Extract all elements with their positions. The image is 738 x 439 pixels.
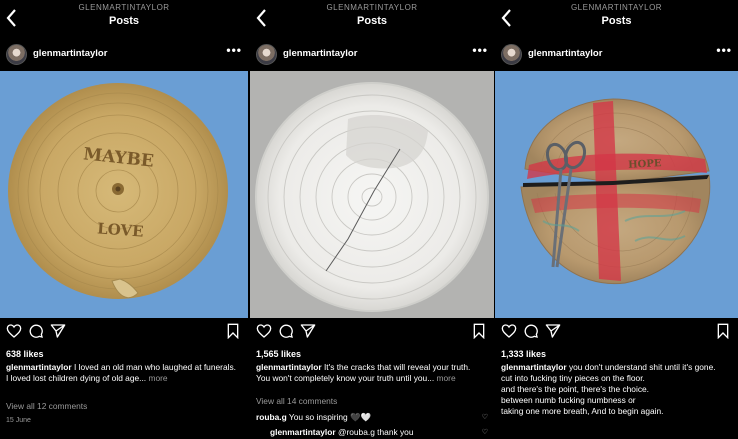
caption-username[interactable]: glenmartintaylor xyxy=(501,362,567,372)
page-title: Posts xyxy=(357,15,387,27)
page-title: Posts xyxy=(601,15,632,27)
caption-line-5: taking one more breath, And to begin aga… xyxy=(501,406,664,416)
more-options-icon[interactable]: ••• xyxy=(472,43,488,57)
username[interactable]: glenmartintaylor xyxy=(33,48,107,59)
caption-text-2: I loved lost children dying of old age..… xyxy=(6,373,147,383)
post-author-row: glenmartintaylor ••• xyxy=(0,38,248,71)
view-all-comments-link[interactable]: View all 14 comments xyxy=(256,396,488,407)
post-date: 15 June xyxy=(6,417,31,424)
action-bar xyxy=(250,320,494,344)
bookmark-icon[interactable] xyxy=(472,323,486,339)
reply-username[interactable]: glenmartintaylor xyxy=(270,427,336,437)
post-panel-1: GLENMARTINTAYLOR Posts glenmartintaylor … xyxy=(0,0,248,439)
more-options-icon[interactable]: ••• xyxy=(226,43,242,57)
caption-username[interactable]: glenmartintaylor xyxy=(256,362,322,372)
post-image[interactable] xyxy=(250,71,494,318)
caption-more-link[interactable]: more xyxy=(434,373,456,383)
caption: glenmartintaylor It's the cracks that wi… xyxy=(256,362,488,384)
account-label: GLENMARTINTAYLOR xyxy=(570,3,663,12)
plate-photo xyxy=(255,82,489,312)
like-count[interactable]: 638 likes xyxy=(6,349,44,359)
post-author-row: glenmartintaylor ••• xyxy=(250,38,494,71)
caption-line-3: and there's the point, there's the choic… xyxy=(501,384,649,394)
like-count[interactable]: 1,565 likes xyxy=(256,349,301,359)
caption-line-1: you don't understand shit until it's gon… xyxy=(566,362,716,372)
caption-more-link[interactable]: more xyxy=(146,373,167,383)
comment-username[interactable]: rouba.g xyxy=(256,412,287,422)
account-label: GLENMARTINTAYLOR xyxy=(326,3,418,12)
post-image[interactable]: MAYBE LOVE xyxy=(0,71,248,318)
plate-photo: MAYBE LOVE xyxy=(8,83,228,299)
post-panel-3: GLENMARTINTAYLOR Posts glenmartintaylor … xyxy=(495,0,738,439)
avatar[interactable] xyxy=(501,44,522,65)
comment-icon[interactable] xyxy=(28,323,44,339)
comment-heart-icon[interactable]: ♡ xyxy=(482,413,488,421)
heart-icon[interactable] xyxy=(256,323,272,339)
plate-text-2: LOVE xyxy=(97,219,145,240)
caption-username[interactable]: glenmartintaylor xyxy=(6,362,72,372)
caption-text-1: It's the cracks that will reveal your tr… xyxy=(321,362,471,372)
caption-line-4: between numb fucking numbness or xyxy=(501,395,636,405)
plate-text: HOPE xyxy=(628,158,662,171)
caption-text-2: You won't completely know your truth unt… xyxy=(256,373,435,383)
username[interactable]: glenmartintaylor xyxy=(528,48,602,59)
reply-heart-icon[interactable]: ♡ xyxy=(482,428,488,436)
post-image[interactable]: HOPE xyxy=(495,71,738,318)
account-label: GLENMARTINTAYLOR xyxy=(78,3,170,12)
comment-row: rouba.g You so inspiring 🖤🤍 xyxy=(256,412,488,423)
action-bar xyxy=(495,320,738,344)
caption: glenmartintaylor I loved an old man who … xyxy=(6,362,242,384)
share-icon[interactable] xyxy=(300,323,316,339)
like-count[interactable]: 1,333 likes xyxy=(501,349,546,359)
header-bar: GLENMARTINTAYLOR Posts xyxy=(0,0,248,38)
avatar[interactable] xyxy=(256,44,277,65)
username[interactable]: glenmartintaylor xyxy=(283,48,357,59)
share-icon[interactable] xyxy=(50,323,66,339)
heart-icon[interactable] xyxy=(6,323,22,339)
header-bar: GLENMARTINTAYLOR Posts xyxy=(495,0,738,38)
avatar[interactable] xyxy=(6,44,27,65)
header-bar: GLENMARTINTAYLOR Posts xyxy=(250,0,494,38)
bookmark-icon[interactable] xyxy=(716,323,730,339)
bookmark-icon[interactable] xyxy=(226,323,240,339)
comment-icon[interactable] xyxy=(278,323,294,339)
caption-line-2: cut into fucking tiny pieces on the floo… xyxy=(501,373,645,383)
post-panel-2: GLENMARTINTAYLOR Posts glenmartintaylor … xyxy=(250,0,494,439)
post-author-row: glenmartintaylor ••• xyxy=(495,38,738,71)
comment-icon[interactable] xyxy=(523,323,539,339)
caption: glenmartintaylor you don't understand sh… xyxy=(501,362,732,417)
share-icon[interactable] xyxy=(545,323,561,339)
heart-icon[interactable] xyxy=(501,323,517,339)
view-all-comments-link[interactable]: View all 12 comments xyxy=(6,401,242,412)
reply-row: glenmartintaylor @rouba.g thank you xyxy=(270,427,488,438)
comment-text: You so inspiring 🖤🤍 xyxy=(286,412,371,422)
plate-photo: HOPE xyxy=(520,98,711,285)
more-options-icon[interactable]: ••• xyxy=(716,43,732,57)
page-title: Posts xyxy=(109,15,139,27)
caption-text-1: I loved an old man who laughed at funera… xyxy=(71,362,236,372)
action-bar xyxy=(0,320,248,344)
reply-text: @rouba.g thank you xyxy=(335,427,414,437)
